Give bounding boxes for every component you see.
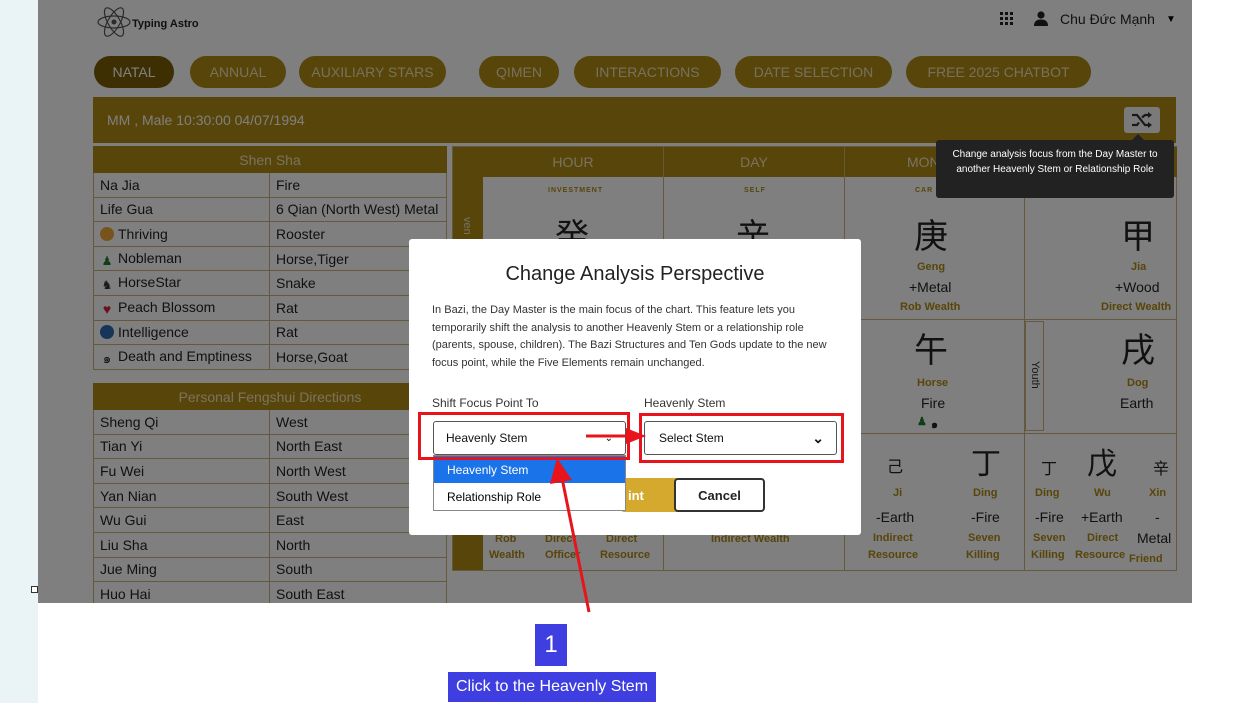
confirm-label: int bbox=[628, 487, 644, 503]
modal-title: Change Analysis Perspective bbox=[505, 263, 765, 285]
heavenly-stem-label: Heavenly Stem bbox=[644, 396, 726, 410]
shift-focus-dropdown: Heavenly Stem Relationship Role bbox=[433, 455, 626, 511]
shuffle-tooltip: Change analysis focus from the Day Maste… bbox=[936, 134, 1174, 198]
highlight-shift-select bbox=[418, 412, 630, 460]
step-number: 1 bbox=[535, 624, 567, 666]
step-instruction: Click to the Heavenly Stem bbox=[448, 672, 656, 702]
shift-focus-label: Shift Focus Point To bbox=[432, 396, 539, 410]
change-perspective-modal: Change Analysis Perspective In Bazi, the… bbox=[409, 239, 861, 535]
highlight-stem-select bbox=[639, 413, 844, 463]
app-viewport: Typing Astro Chu Đức Mạnh ▼ NATAL ANNUAL… bbox=[38, 0, 1192, 603]
option-relationship-role[interactable]: Relationship Role bbox=[434, 483, 625, 510]
modal-description: In Bazi, the Day Master is the main focu… bbox=[432, 304, 827, 369]
cancel-button[interactable]: Cancel bbox=[674, 478, 765, 512]
resize-handle[interactable] bbox=[31, 586, 38, 593]
right-margin bbox=[1192, 0, 1238, 603]
option-heavenly-stem[interactable]: Heavenly Stem bbox=[434, 456, 625, 483]
